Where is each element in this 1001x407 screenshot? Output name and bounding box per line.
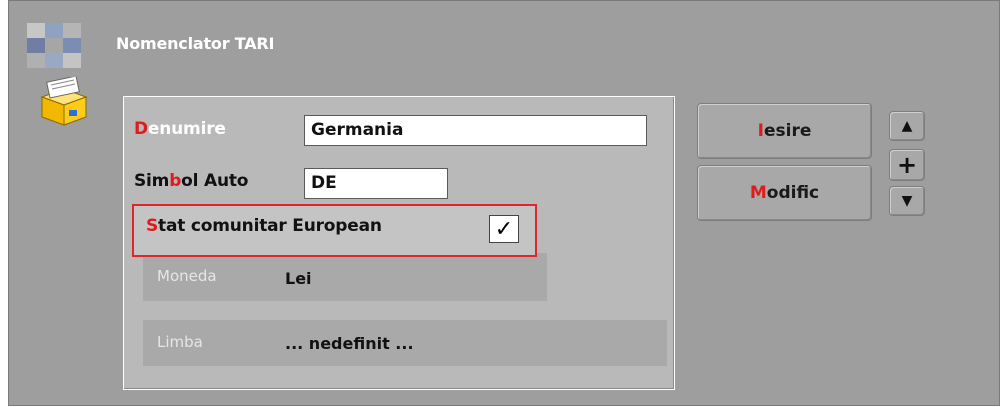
limba-label: Limba <box>157 333 203 351</box>
chevron-down-icon: ▼ <box>901 193 913 209</box>
window-frame: Nomenclator TARI Denumire Germania Simbo… <box>8 0 1000 406</box>
iesire-button[interactable]: Iesire <box>697 103 872 159</box>
denumire-label: Denumire <box>134 119 226 139</box>
app-logo-icon <box>27 23 81 69</box>
stat-comunitar-label: Stat comunitar European <box>146 216 382 236</box>
checkmark-icon: ✓ <box>494 216 514 242</box>
limba-value[interactable]: ... nedefinit ... <box>285 334 414 353</box>
modific-button[interactable]: Modific <box>697 165 872 221</box>
add-button[interactable]: + <box>889 149 925 181</box>
chevron-up-icon: ▲ <box>901 118 913 134</box>
nav-down-button[interactable]: ▼ <box>889 186 925 216</box>
denumire-input[interactable]: Germania <box>304 115 647 146</box>
nav-up-button[interactable]: ▲ <box>889 111 925 141</box>
stat-comunitar-checkbox[interactable]: ✓ <box>489 215 519 243</box>
simbol-auto-label: Simbol Auto <box>134 171 249 191</box>
simbol-auto-input[interactable]: DE <box>304 168 448 199</box>
plus-icon: + <box>896 151 918 179</box>
moneda-value[interactable]: Lei <box>285 269 312 288</box>
window-title: Nomenclator TARI <box>116 34 275 53</box>
moneda-label: Moneda <box>157 267 217 285</box>
limba-row: Limba ... nedefinit ... <box>143 320 667 366</box>
moneda-row: Moneda Lei <box>143 253 547 301</box>
box-icon <box>40 77 88 126</box>
